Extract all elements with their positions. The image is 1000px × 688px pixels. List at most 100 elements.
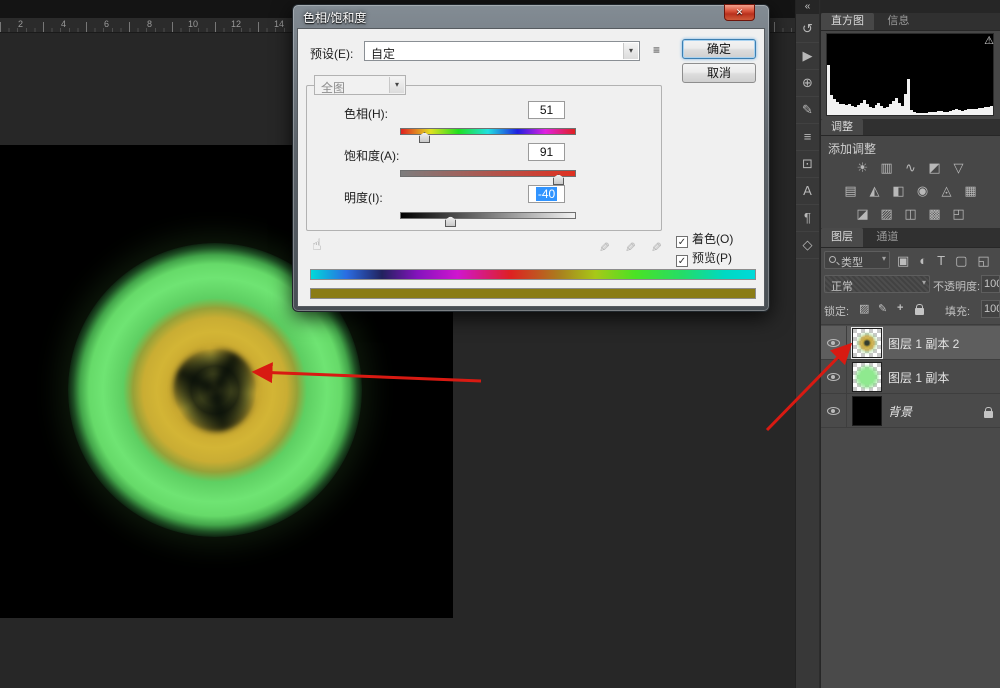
tab-info[interactable]: 信息 (877, 13, 919, 30)
photo-filter-icon[interactable]: ◉ (914, 182, 931, 199)
levels-icon[interactable]: ▥ (878, 159, 895, 176)
tab-histogram[interactable]: 直方图 (821, 13, 874, 30)
tab-layers[interactable]: 图层 (821, 228, 863, 247)
selective-color-icon[interactable]: ◰ (950, 205, 967, 222)
brightness-contrast-icon[interactable]: ☀ (854, 159, 871, 176)
layer-row-background[interactable]: 背景 (821, 394, 1000, 428)
targeted-adjustment-tool-icon[interactable]: ☝ (312, 235, 322, 255)
hue-saturation-icon[interactable]: ▤ (842, 182, 859, 199)
layer-thumbnail[interactable] (852, 362, 882, 392)
colorize-result-bar (310, 288, 756, 299)
tool-presets-panel-icon[interactable]: ⊡ (796, 151, 819, 178)
visibility-toggle[interactable] (821, 326, 847, 359)
eyedropper-add-icon[interactable]: ✎ (621, 242, 637, 253)
threshold-icon[interactable]: ◫ (902, 205, 919, 222)
preset-options-button[interactable]: ≡ (648, 42, 665, 59)
chevron-down-icon: ▾ (389, 77, 404, 93)
vibrance-icon[interactable]: ▽ (950, 159, 967, 176)
black-white-icon[interactable]: ◧ (890, 182, 907, 199)
filter-adjustment-layers-icon[interactable]: ◐ (919, 252, 927, 269)
saturation-label: 饱和度(A): (344, 147, 399, 164)
layer-thumbnail[interactable] (852, 396, 882, 426)
layer-name[interactable]: 图层 1 副本 (888, 369, 949, 386)
chevron-down-icon[interactable]: ▾ (623, 43, 638, 59)
gradient-map-icon[interactable]: ▩ (926, 205, 943, 222)
background-lock-icon (984, 407, 993, 421)
color-balance-icon[interactable]: ◭ (866, 182, 883, 199)
tab-channels[interactable]: 通道 (866, 228, 908, 247)
brush-presets-panel-icon[interactable]: ≡ (796, 124, 819, 151)
checkbox-box[interactable]: ✓ (676, 236, 688, 248)
dialog-title: 色相/饱和度 (303, 9, 366, 26)
blend-mode-select[interactable]: 正常 ▾ (824, 275, 930, 293)
3d-panel-icon[interactable]: ◇ (796, 232, 819, 259)
lock-all-icon[interactable] (915, 306, 924, 318)
opacity-value[interactable]: 100% (981, 275, 1000, 293)
channel-mixer-icon[interactable]: ◬ (938, 182, 955, 199)
preview-checkbox[interactable]: ✓预览(P) (676, 249, 732, 263)
cancel-button[interactable]: 取消 (682, 63, 756, 83)
visibility-toggle[interactable] (821, 360, 847, 393)
layer-name[interactable]: 图层 1 副本 2 (888, 335, 959, 352)
hue-input[interactable]: 51 (528, 101, 565, 119)
eye-icon[interactable] (827, 407, 840, 415)
lock-position-icon[interactable]: + (897, 302, 903, 314)
close-icon[interactable]: ✕ (724, 4, 755, 21)
layer-filter-select[interactable]: 类型 ▾ (824, 251, 890, 269)
layer-thumbnail[interactable] (852, 328, 882, 358)
posterize-icon[interactable]: ▨ (878, 205, 895, 222)
right-panel-column: 直方图 信息 ⚠ 调整 添加调整 ☀▥∿◩▽ ▤◭◧◉◬▦ ◪▨◫▩◰ 图层 通… (821, 0, 1000, 688)
lock-paint-icon[interactable]: ✎ (878, 302, 887, 315)
brush-panel-icon[interactable]: ✎ (796, 97, 819, 124)
channel-select[interactable]: 全图 ▾ (314, 75, 406, 95)
collapse-panels-button[interactable]: « (796, 0, 819, 14)
clone-source-panel-icon[interactable]: ⊕ (796, 70, 819, 97)
fill-label: 填充: (945, 303, 970, 319)
chevron-down-icon: ▾ (922, 278, 926, 287)
ruler-label: 4 (61, 19, 66, 29)
ruler-label: 6 (104, 19, 109, 29)
curves-icon[interactable]: ∿ (902, 159, 919, 176)
eye-icon[interactable] (827, 339, 840, 347)
lightness-input[interactable]: -40 (528, 185, 565, 203)
filter-type-layers-icon[interactable]: T (937, 252, 945, 269)
visibility-toggle[interactable] (821, 394, 847, 427)
preset-select[interactable]: 自定 ▾ (364, 41, 640, 61)
hue-saturation-dialog: 色相/饱和度 ✕ 预设(E): 自定 ▾ ≡ 确定 取消 全图 ▾ 色相(H):… (292, 4, 770, 312)
layer-row-layer1-copy2[interactable]: 图层 1 副本 2 (821, 326, 1000, 360)
warning-icon[interactable]: ⚠ (984, 34, 994, 47)
lightness-slider[interactable] (400, 212, 576, 219)
color-lookup-icon[interactable]: ▦ (962, 182, 979, 199)
exposure-icon[interactable]: ◩ (926, 159, 943, 176)
filter-shape-layers-icon[interactable]: ▢ (955, 252, 967, 269)
checkbox-box[interactable]: ✓ (676, 255, 688, 267)
tab-adjustments[interactable]: 调整 (821, 119, 863, 135)
filter-smart-objects-icon[interactable]: ◱ (977, 252, 989, 269)
filter-pixel-layers-icon[interactable]: ▣ (897, 252, 909, 269)
history-panel-icon[interactable]: ↺ (796, 16, 819, 43)
character-panel-icon[interactable]: A (796, 178, 819, 205)
ruler-label: 14 (274, 19, 284, 29)
layer-name[interactable]: 背景 (888, 403, 912, 420)
layer-row-layer1-copy[interactable]: 图层 1 副本 (821, 360, 1000, 394)
saturation-input[interactable]: 91 (528, 143, 565, 161)
paragraph-panel-icon[interactable]: ¶ (796, 205, 819, 232)
ruler-label: 12 (231, 19, 241, 29)
eye-icon[interactable] (827, 373, 840, 381)
invert-icon[interactable]: ◪ (854, 205, 871, 222)
lightness-label: 明度(I): (344, 189, 383, 206)
ruler-label: 10 (188, 19, 198, 29)
colorize-checkbox[interactable]: ✓着色(O) (676, 230, 733, 244)
eyedropper-sample-icon[interactable]: ✎ (595, 242, 611, 253)
preset-label: 预设(E): (310, 45, 353, 62)
saturation-slider[interactable] (400, 170, 576, 177)
ruler-label: 2 (18, 19, 23, 29)
opacity-label: 不透明度: (933, 278, 980, 294)
eyedropper-subtract-icon[interactable]: ✎ (647, 242, 663, 253)
actions-panel-icon[interactable]: ▶ (796, 43, 819, 70)
panel-dock: « ↺▶⊕✎≡⊡A¶◇ (795, 0, 820, 688)
ok-button[interactable]: 确定 (682, 39, 756, 59)
lock-transparency-icon[interactable]: ▨ (859, 302, 869, 315)
fill-value[interactable]: 100% (981, 300, 1000, 318)
lock-label: 锁定: (824, 303, 849, 319)
